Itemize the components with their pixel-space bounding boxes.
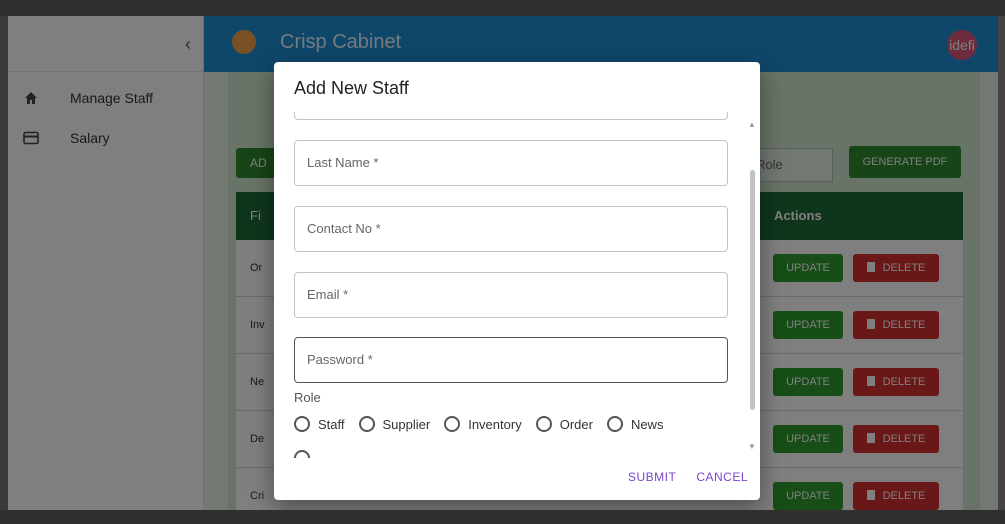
radio-circle-icon [535, 416, 552, 432]
dialog-scrollbar[interactable] [750, 170, 755, 410]
radio-staff[interactable]: Staff [294, 416, 345, 432]
scroll-down-arrow-icon[interactable]: ▼ [748, 442, 756, 451]
email-field[interactable]: Email * [294, 272, 728, 318]
last-name-field[interactable]: Last Name * [294, 140, 728, 186]
radio-circle-icon [444, 416, 461, 432]
role-radio-group: Staff Supplier Inventory Order News [294, 416, 677, 432]
page-scrollbar[interactable] [998, 16, 1005, 510]
contact-label: Contact No * [307, 221, 381, 236]
radio-hidden[interactable] [294, 450, 318, 458]
password-field[interactable]: Password * [294, 337, 728, 383]
radio-label: Staff [318, 416, 345, 432]
radio-label: Order [559, 416, 593, 432]
radio-news[interactable]: News [606, 416, 664, 432]
email-label: Email * [307, 287, 349, 302]
dialog-body: Last Name * Contact No * Email * Passwor… [274, 112, 760, 458]
window-bottom-strip [0, 510, 1005, 524]
contact-field[interactable]: Contact No * [294, 206, 728, 252]
window-top-strip [0, 0, 1005, 16]
role-radio-group-overflow [294, 450, 332, 458]
cancel-button[interactable]: CANCEL [696, 470, 748, 484]
scroll-up-arrow-icon[interactable]: ▲ [748, 120, 756, 129]
submit-button[interactable]: SUBMIT [628, 470, 676, 484]
app-frame: ‹ Manage Staff Salary Crisp Cabinet idef… [8, 16, 1001, 510]
add-staff-dialog: Add New Staff Last Name * Contact No * E… [274, 62, 760, 500]
radio-circle-icon [294, 416, 310, 432]
radio-label: News [630, 416, 664, 432]
role-label: Role [294, 390, 321, 405]
radio-label: Supplier [382, 416, 431, 432]
radio-circle-icon [358, 416, 375, 432]
radio-inventory[interactable]: Inventory [444, 416, 522, 432]
radio-supplier[interactable]: Supplier [358, 416, 431, 432]
radio-label: Inventory [468, 416, 522, 432]
radio-circle-icon [606, 416, 623, 432]
dialog-actions: SUBMIT CANCEL [628, 470, 748, 484]
first-name-field[interactable] [294, 112, 728, 120]
radio-order[interactable]: Order [535, 416, 593, 432]
radio-circle-icon [294, 450, 310, 458]
password-label: Password * [307, 352, 373, 367]
dialog-title: Add New Staff [294, 78, 409, 98]
last-name-label: Last Name * [307, 155, 379, 170]
